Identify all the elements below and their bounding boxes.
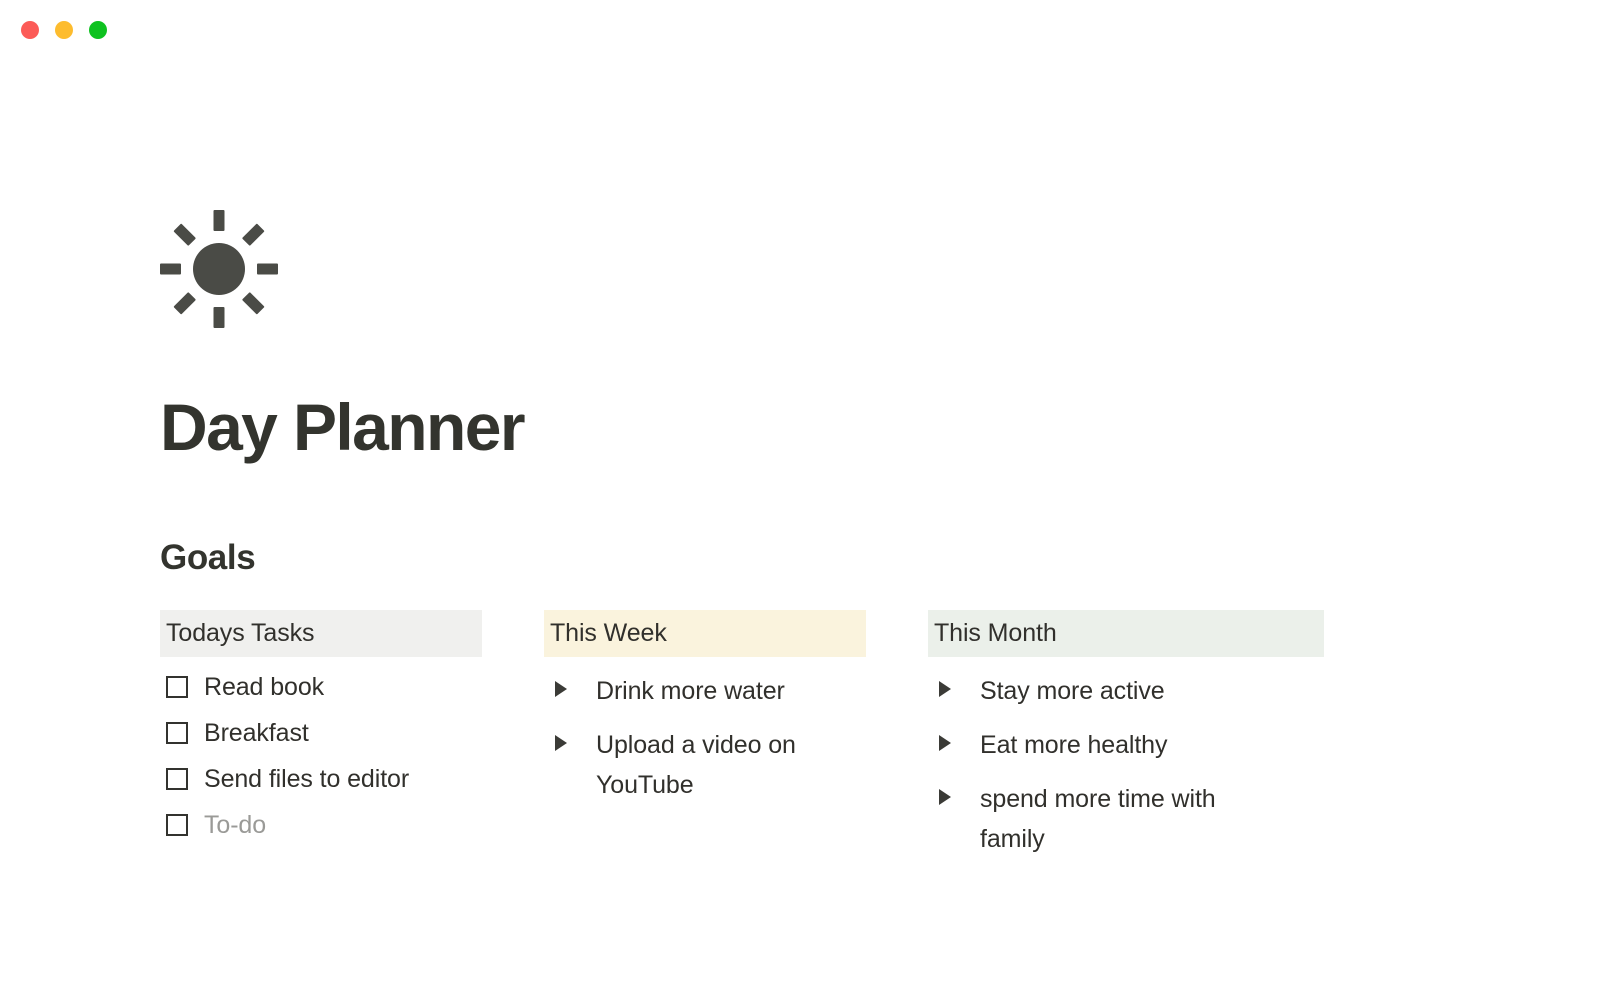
list-item-label: Eat more healthy xyxy=(980,731,1168,759)
column-items-this-month: Stay more active Eat more healthy spend … xyxy=(928,657,1324,866)
checkbox-icon[interactable] xyxy=(166,814,188,836)
window-titlebar xyxy=(0,0,1600,60)
checkbox-icon[interactable] xyxy=(166,722,188,744)
list-item[interactable]: spend more time with family xyxy=(928,772,1324,866)
list-item-label: Drink more water xyxy=(596,677,785,705)
window-controls xyxy=(21,21,107,39)
triangle-right-icon[interactable] xyxy=(939,681,963,697)
checkbox-icon[interactable] xyxy=(166,768,188,790)
goals-columns: Todays Tasks Read book Breakfast Send fi… xyxy=(160,610,1460,866)
list-item-label: spend more time with family xyxy=(980,785,1216,853)
list-item-label: Breakfast xyxy=(204,719,309,747)
column-header-this-week: This Week xyxy=(544,610,866,657)
list-item[interactable]: Upload a video on YouTube xyxy=(544,718,866,812)
list-item-label: Stay more active xyxy=(980,677,1165,705)
list-item-label: Send files to editor xyxy=(204,765,410,793)
app-window: Day Planner Goals Todays Tasks Read book… xyxy=(0,0,1600,1000)
list-item-label: Upload a video on YouTube xyxy=(596,731,796,799)
triangle-right-icon[interactable] xyxy=(555,681,579,697)
list-item[interactable]: Stay more active xyxy=(928,664,1324,718)
column-this-month: This Month Stay more active Eat more hea… xyxy=(928,610,1324,866)
sun-icon xyxy=(160,210,278,328)
triangle-right-icon[interactable] xyxy=(555,735,579,751)
list-item[interactable]: Send files to editor xyxy=(160,756,482,802)
minimize-button-icon[interactable] xyxy=(55,21,73,39)
triangle-right-icon[interactable] xyxy=(939,789,963,805)
list-item[interactable]: Breakfast xyxy=(160,710,482,756)
column-todays-tasks: Todays Tasks Read book Breakfast Send fi… xyxy=(160,610,482,848)
list-item-placeholder-label: To-do xyxy=(204,811,267,839)
list-item-label: Read book xyxy=(204,673,325,701)
triangle-right-icon[interactable] xyxy=(939,735,963,751)
list-item[interactable]: Eat more healthy xyxy=(928,718,1324,772)
column-items-this-week: Drink more water Upload a video on YouTu… xyxy=(544,657,866,812)
list-item-empty[interactable]: To-do xyxy=(160,802,482,848)
section-heading-goals: Goals xyxy=(160,538,256,577)
column-header-this-month: This Month xyxy=(928,610,1324,657)
page-title: Day Planner xyxy=(160,390,526,464)
column-items-todays-tasks: Read book Breakfast Send files to editor… xyxy=(160,657,482,848)
column-header-todays-tasks: Todays Tasks xyxy=(160,610,482,657)
list-item[interactable]: Read book xyxy=(160,664,482,710)
close-button-icon[interactable] xyxy=(21,21,39,39)
maximize-button-icon[interactable] xyxy=(89,21,107,39)
checkbox-icon[interactable] xyxy=(166,676,188,698)
column-this-week: This Week Drink more water Upload a vide… xyxy=(544,610,866,812)
list-item[interactable]: Drink more water xyxy=(544,664,866,718)
document-content: Day Planner Goals Todays Tasks Read book… xyxy=(160,210,1460,866)
